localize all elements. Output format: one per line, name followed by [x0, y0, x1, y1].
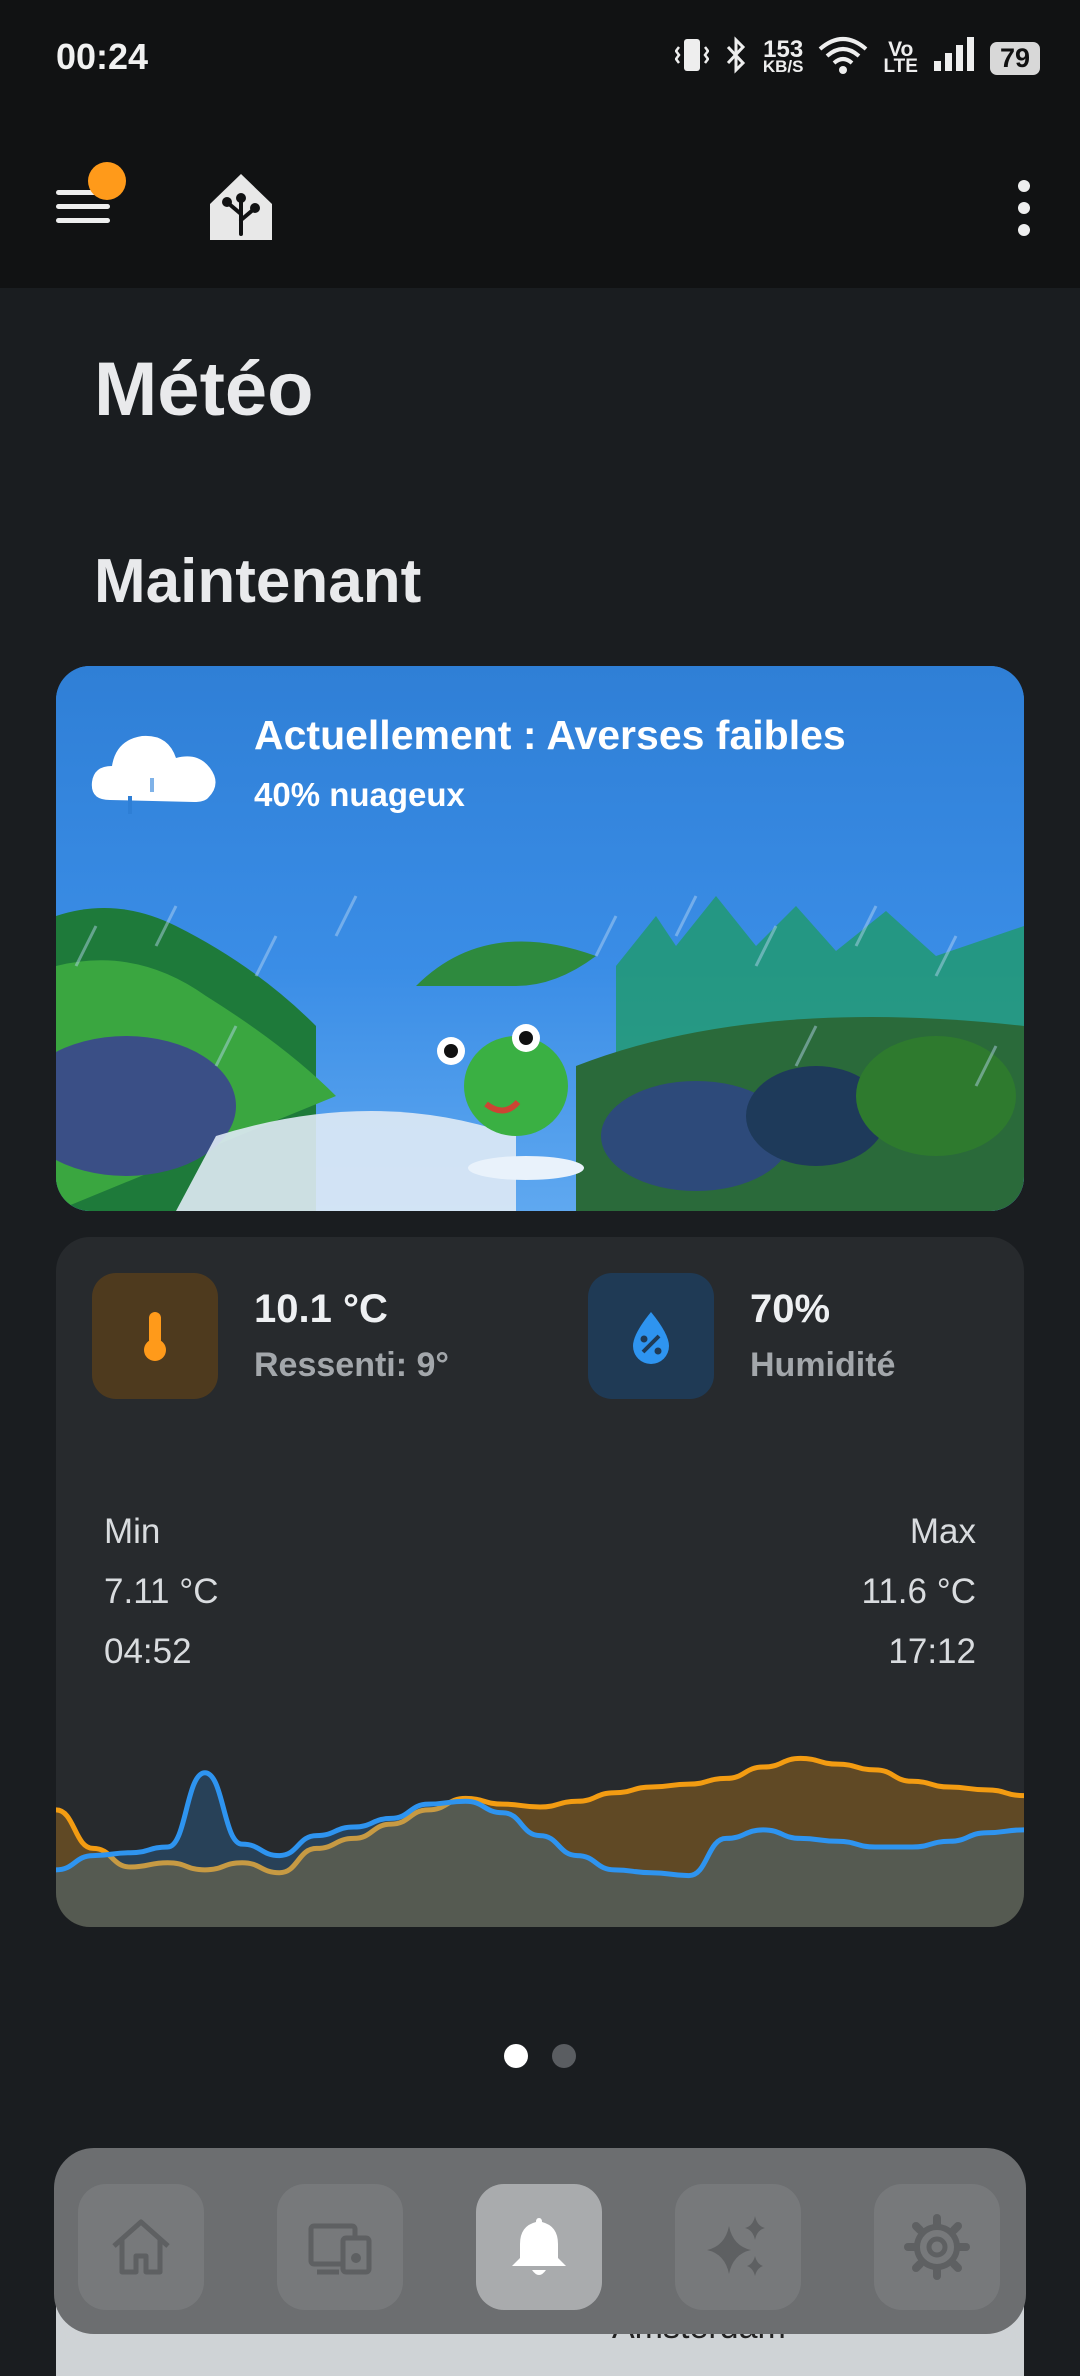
bell-icon [512, 2218, 566, 2275]
nav-devices[interactable] [277, 2184, 403, 2310]
status-icons: 153 KB/S Vo LTE 79 [674, 30, 1040, 86]
section-title: Maintenant [94, 547, 422, 616]
nav-assist[interactable] [675, 2184, 801, 2310]
thermometer-icon [144, 1312, 166, 1361]
menu-button[interactable] [52, 162, 126, 232]
humidity-value: 70% [750, 1287, 831, 1331]
humidity-label: Humidité [750, 1346, 896, 1384]
nav-settings[interactable] [874, 2184, 1000, 2310]
sparkle-icon [707, 2216, 765, 2276]
bottom-navigation [54, 2148, 1026, 2334]
home-assistant-logo-icon[interactable] [206, 170, 276, 244]
temperature-value: 10.1 °C [254, 1287, 388, 1331]
max-time: 17:12 [888, 1632, 976, 1671]
settings-gear-icon [904, 2214, 970, 2280]
battery-indicator: 79 [989, 41, 1040, 75]
net-speed: 153 KB/S [762, 36, 804, 76]
max-value: 11.6 °C [861, 1572, 976, 1611]
water-percent-icon [633, 1312, 669, 1364]
status-time: 00:24 [56, 36, 149, 77]
sensor-card[interactable]: 10.1 °C Ressenti: 9° 70% Humidité Min 7.… [56, 1237, 1024, 1927]
page-title: Météo [94, 347, 314, 432]
home-icon [112, 2219, 170, 2275]
temperature-history-graph [56, 1755, 1024, 1927]
min-time: 04:52 [104, 1632, 192, 1671]
app-bar [0, 120, 1080, 288]
min-value: 7.11 °C [104, 1572, 219, 1611]
page-dot-2[interactable] [552, 2044, 576, 2068]
nav-home[interactable] [78, 2184, 204, 2310]
current-condition: Actuellement : Averses faibles [254, 712, 846, 758]
temperature-tile[interactable] [92, 1273, 218, 1399]
notification-badge [88, 162, 126, 200]
nav-notifications[interactable] [476, 2184, 602, 2310]
humidity-tile[interactable] [588, 1273, 714, 1399]
page-dot-1[interactable] [504, 2044, 528, 2068]
max-label: Max [909, 1512, 976, 1551]
rainy-cloud-icon [90, 722, 222, 822]
volte-indicator: Vo LTE [883, 38, 918, 77]
cloud-coverage: 40% nuageux [254, 776, 465, 813]
status-bar: 00:24 153 KB/S Vo LTE 79 [0, 0, 1080, 120]
wifi-icon [817, 35, 869, 81]
page-indicator [504, 2044, 576, 2068]
current-weather-card[interactable]: Actuellement : Averses faibles 40% nuage… [56, 666, 1024, 1211]
vibrate-icon [674, 35, 710, 81]
feels-like-value: Ressenti: 9° [254, 1346, 450, 1384]
min-label: Min [104, 1512, 161, 1551]
signal-icon [932, 35, 976, 81]
more-options-button[interactable] [1014, 180, 1034, 236]
bluetooth-icon [723, 35, 749, 81]
devices-icon [308, 2223, 372, 2275]
